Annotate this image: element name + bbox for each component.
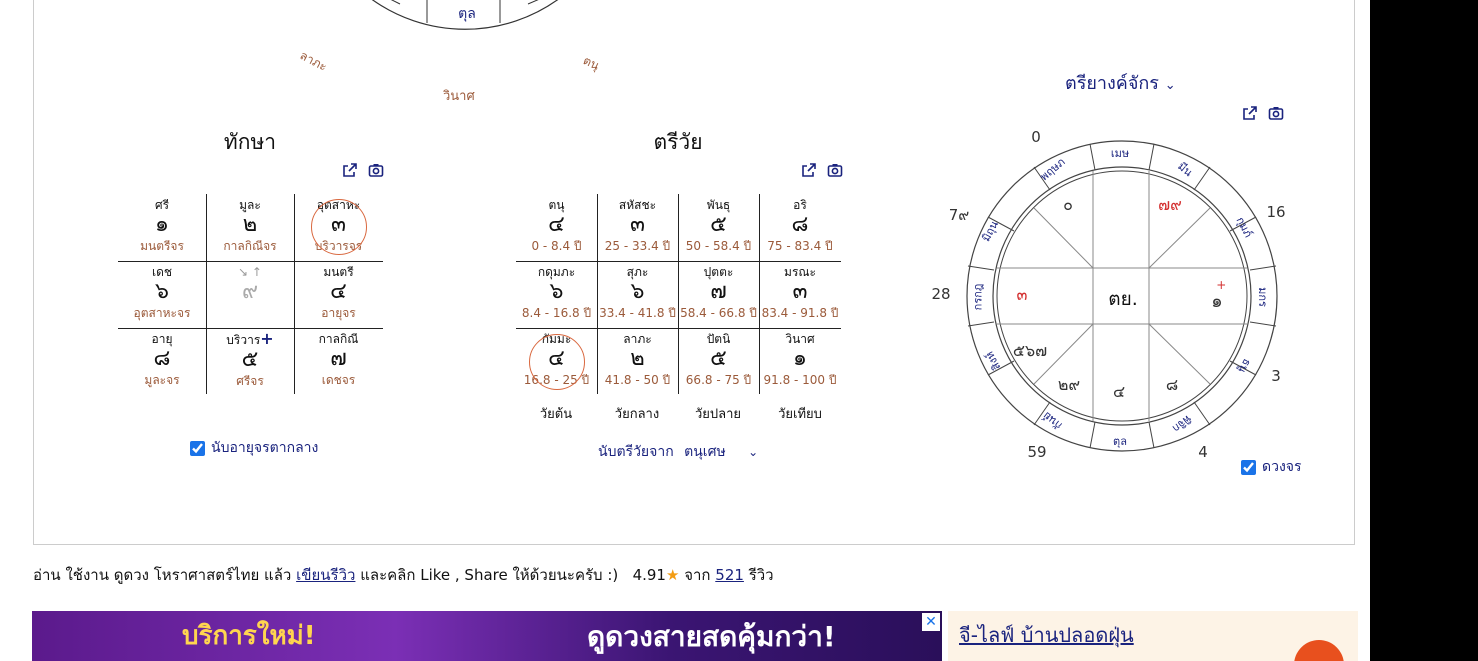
triwai-title: ตรีวัย <box>653 130 703 154</box>
thaksa-cell: มูละ๒กาลกิณีจร <box>223 198 277 253</box>
chevron-down-icon: ⌄ <box>1164 78 1176 93</box>
review-count-link[interactable]: 521 <box>715 566 744 584</box>
ad-banner[interactable]: บริการใหม่! ดูดวงสายสดคุ้มกว่า! ✕ <box>32 611 942 661</box>
outer-number: 4 <box>1198 443 1208 461</box>
triwai-cell: อริ๘ 75 - 83.4 ปี <box>767 198 833 253</box>
arrow-up-icon: ↘ ↑ <box>238 265 262 279</box>
thaksa-icons <box>342 162 384 178</box>
top-label-winat: วินาศ <box>443 89 475 104</box>
outer-number: 7๙ <box>948 206 970 224</box>
thaksa-cell: กาลกิณี๗เดชจร <box>318 332 359 387</box>
top-wheel-sign: ตุล <box>458 6 476 22</box>
sign-label: ตุล <box>1113 435 1127 448</box>
triyang-icons <box>1242 105 1284 121</box>
external-link-icon[interactable] <box>1242 105 1258 121</box>
house-value: ๒๙ <box>1057 375 1081 394</box>
plus-icon: + <box>260 329 274 348</box>
triyang-dropdown[interactable]: ตรียางค์จักร ⌄ <box>1065 68 1176 97</box>
triwai-cell: สุภะ๖ 33.4 - 41.8 ปี <box>599 265 676 320</box>
ad-side-title[interactable]: จี-ไลฟ์ บ้านปลอดฝุ่น <box>959 619 1134 651</box>
arrow-button[interactable] <box>1294 640 1344 661</box>
thaksa-cell: มนตรี๔อายุจร <box>321 265 356 320</box>
age-label: วัยปลาย <box>694 407 742 422</box>
outer-number: 3 <box>1271 367 1281 385</box>
triwai-icons <box>801 162 843 178</box>
duangjon-checkbox[interactable]: ดวงจร <box>1241 456 1302 478</box>
thaksa-center-cell: ↘ ↑ ๙ <box>206 265 294 305</box>
camera-icon[interactable] <box>368 162 384 178</box>
sign-label: เมษ <box>1110 147 1130 160</box>
ad-text: บริการใหม่! <box>182 621 316 651</box>
triwai-cell: ตนุ๔ 0 - 8.4 ปี <box>531 198 582 253</box>
house-value: ๕๖๗ <box>1012 341 1048 360</box>
thaksa-cell: ศรี๑มนตรีจร <box>140 198 184 253</box>
triwai-cell: สหัสชะ๓ 25 - 33.4 ปี <box>604 198 671 253</box>
ad-side[interactable]: จี-ไลฟ์ บ้านปลอดฝุ่น <box>948 611 1358 661</box>
age-label: วัยกลาง <box>614 407 660 422</box>
external-link-icon[interactable] <box>342 162 358 178</box>
house-value: ๓ <box>1016 285 1028 304</box>
triwai-cell: ปัตนิ๕ 66.8 - 75 ปี <box>685 332 752 387</box>
house-value: ๐ <box>1063 195 1073 214</box>
thaksa-cell: เดช๖อุตสาหะจร <box>133 265 191 320</box>
rating-line: อ่าน ใช้งาน ดูดวง โหราศาสตร์ไทย แล้ว เขี… <box>33 566 774 584</box>
outer-number: 16 <box>1266 203 1286 221</box>
count-from: นับตรีวัยจาก ตนุเศษ ⌄ <box>598 444 759 460</box>
external-link-icon[interactable] <box>801 162 817 178</box>
outer-number: 28 <box>931 285 951 303</box>
ad-text: ดูดวงสายสดคุ้มกว่า! <box>587 620 836 653</box>
triwai-cell: มรณะ๓ 83.4 - 91.8 ปี <box>761 265 839 320</box>
highlight-circle <box>529 334 585 390</box>
triwai-cell: พันธุ๕ 50 - 58.4 ปี <box>685 198 752 253</box>
page: ตุล ลาภะ ตนุ วินาศ ทักษา ศรี๑มนตรีจร มูล… <box>0 0 1370 661</box>
house-value: +๑ <box>1211 278 1227 312</box>
outer-number: 0 <box>1031 128 1041 146</box>
sign-label: มกร <box>1255 287 1269 307</box>
rating-score: 4.91 <box>632 566 666 584</box>
close-icon[interactable]: ✕ <box>922 613 940 631</box>
star-icon: ★ <box>665 566 680 584</box>
sign-label: กรกฎ <box>971 283 985 311</box>
camera-icon[interactable] <box>827 162 843 178</box>
count-from-select[interactable]: ตนุเศษ <box>684 444 726 460</box>
house-value: ๗๙ <box>1158 195 1182 214</box>
write-review-link[interactable]: เขียนรีวิว <box>296 566 355 584</box>
right-margin <box>1370 0 1478 661</box>
triwai-cell: ปุตตะ๗ 58.4 - 66.8 ปี <box>680 265 757 320</box>
triwai-cell: ลาภะ๒ 41.8 - 50 ปี <box>604 332 671 387</box>
thaksa-title: ทักษา <box>223 130 277 154</box>
age-label: วัยต้น <box>539 407 573 422</box>
thaksa-cell: อายุ๘มูละจร <box>144 332 180 387</box>
outer-number: 59 <box>1027 443 1047 461</box>
thaksa-cell: บริวาร+ ๕ศรีจร <box>226 329 274 389</box>
camera-icon[interactable] <box>1268 105 1284 121</box>
duangjon-check[interactable] <box>1241 459 1256 475</box>
triwai-cell: กดุมภะ๖ 8.4 - 16.8 ปี <box>521 265 592 320</box>
count-age-checkbox[interactable] <box>190 440 205 456</box>
highlight-circle <box>311 199 367 255</box>
age-label: วัยเทียบ <box>778 407 822 422</box>
thaksa-checkbox[interactable]: นับอายุจรตากลาง <box>190 437 318 459</box>
chakra-center: ตย. <box>1108 288 1138 310</box>
house-value: ๘ <box>1165 375 1179 394</box>
triwai-cell: วินาศ๑ 91.8 - 100 ปี <box>763 332 837 387</box>
chevron-down-icon[interactable]: ⌄ <box>748 445 758 459</box>
house-value: ๔ <box>1112 382 1126 401</box>
